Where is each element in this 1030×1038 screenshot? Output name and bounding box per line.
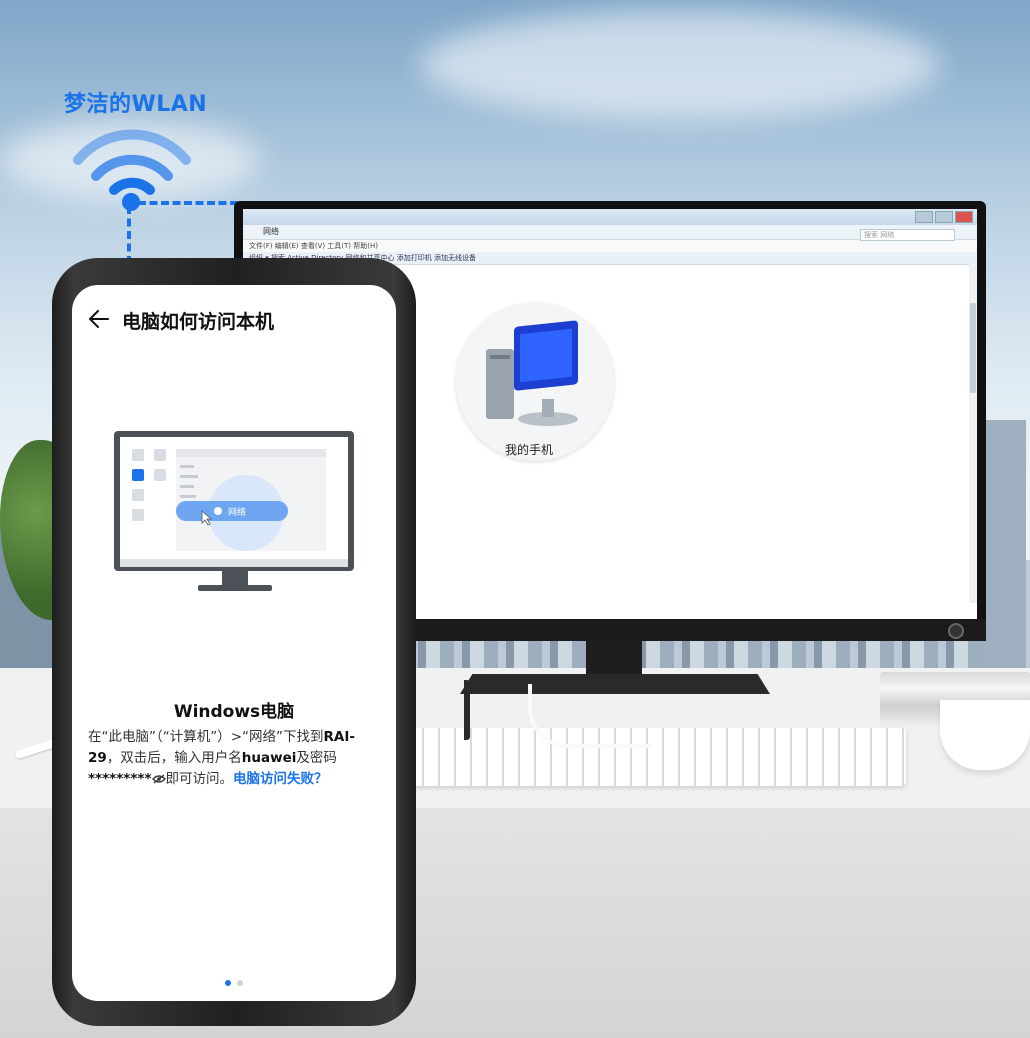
- computer-illustration: 网络: [114, 431, 354, 600]
- page-dot-active[interactable]: [225, 980, 231, 986]
- phone-side-button: [464, 680, 470, 740]
- cloud: [420, 10, 940, 120]
- page-dot[interactable]: [237, 980, 243, 986]
- menu-bar[interactable]: 文件(F) 编辑(E) 查看(V) 工具(T) 帮助(H): [243, 240, 977, 252]
- device-label: 我的手机: [505, 443, 554, 457]
- page-title: 电脑如何访问本机: [122, 311, 275, 333]
- username: huawei: [241, 750, 297, 766]
- phone: 电脑如何访问本机 网络 Windows电脑 在“此电脑”（“计算机”）>“网络”…: [52, 258, 470, 1026]
- connection-line: [138, 201, 238, 205]
- phone-screen: 电脑如何访问本机 网络 Windows电脑 在“此电脑”（“计算机”）>“网络”…: [72, 285, 396, 1001]
- keyboard: [408, 728, 906, 786]
- computer-icon: [486, 320, 578, 426]
- scrollbar[interactable]: [969, 263, 977, 603]
- window-titlebar: [243, 209, 977, 225]
- eye-off-icon[interactable]: [151, 771, 166, 787]
- wlan-label: 梦洁的WLAN: [64, 92, 208, 117]
- search-input[interactable]: 搜索 网络: [860, 229, 955, 241]
- scrollbar-thumb[interactable]: [970, 303, 976, 393]
- network-device-item[interactable]: [456, 303, 614, 461]
- cup: [940, 700, 1030, 770]
- help-link[interactable]: 电脑访问失败？: [233, 771, 328, 787]
- cable: [528, 684, 652, 748]
- maximize-button[interactable]: [935, 211, 953, 223]
- illustration-network-label: 网络: [228, 506, 246, 518]
- instructions-text: 在“此电脑”（“计算机”）>“网络”下找到RAI-29，双击后，输入用户名hua…: [88, 729, 356, 787]
- arrow-left-icon[interactable]: [88, 309, 110, 329]
- password: *********: [88, 771, 152, 787]
- building: [980, 420, 1026, 670]
- monitor-stand-neck: [586, 640, 642, 676]
- power-button: [948, 623, 964, 639]
- section-title: Windows电脑: [173, 702, 295, 722]
- minimize-button[interactable]: [915, 211, 933, 223]
- close-button[interactable]: [955, 211, 973, 223]
- page-indicator: [222, 971, 246, 990]
- connection-line: [127, 206, 131, 264]
